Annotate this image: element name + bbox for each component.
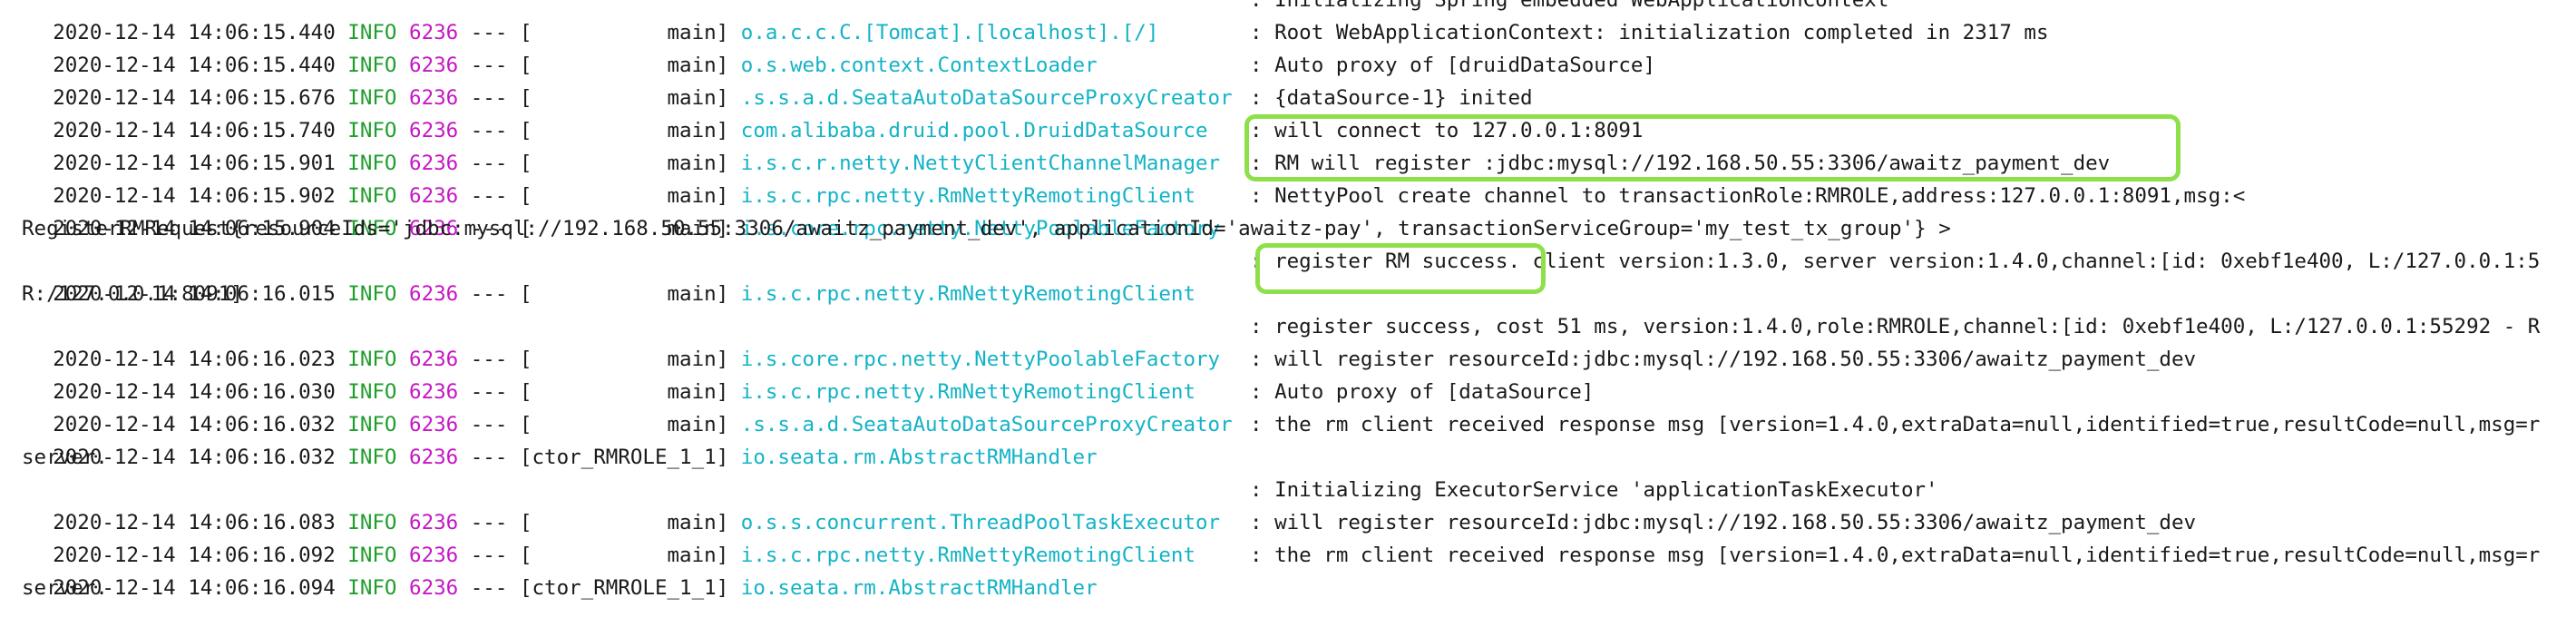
log-thread: [ctor_RMROLE_1_1] [519, 446, 729, 469]
log-message: : the rm client received response msg [v… [1250, 413, 2541, 436]
log-line: 2020-12-14 14:06:15.902 INFO 6236 --- [ … [4, 147, 1195, 208]
log-line: 2020-12-14 14:06:15.740 INFO 6236 --- [ … [4, 82, 1207, 142]
log-level: INFO [347, 446, 397, 469]
log-message: : will register resourceId:jdbc:mysql://… [1250, 511, 2197, 534]
log-message: : will register resourceId:jdbc:mysql://… [1250, 348, 2197, 371]
log-logger: i.s.c.rpc.netty.RmNettyRemotingClient [740, 282, 1196, 306]
log-line: 2020-12-14 14:06:15.440 INFO 6236 --- [ … [4, 16, 1097, 77]
highlight-box-connect-register [1244, 114, 2181, 181]
log-line: 2020-12-14 14:06:16.030 INFO 6236 --- [ … [4, 343, 1195, 404]
log-message: : register success, cost 51 ms, version:… [1250, 315, 2541, 338]
log-message: : Auto proxy of [druidDataSource] [1250, 54, 1656, 77]
highlight-box-register-success [1255, 243, 1546, 294]
log-line: 2020-12-14 14:06:15.901 INFO 6236 --- [ … [4, 114, 1220, 175]
console-output: 2020-12-14 14:06:15.440 INFO 6236 --- [ … [0, 0, 2576, 610]
log-separator: --- [470, 576, 508, 600]
log-line: 2020-12-14 14:06:15.440 INFO 6236 --- [ … [4, 0, 1158, 44]
log-message: : Initializing Spring embedded WebApplic… [1250, 0, 1889, 12]
log-message: : Root WebApplicationContext: initializa… [1250, 21, 2049, 44]
log-continuation: R:/127.0.0.1:8091] [22, 282, 243, 306]
log-line: 2020-12-14 14:06:16.094 INFO 6236 --- [c… [4, 539, 1097, 600]
log-line: 2020-12-14 14:06:16.032 INFO 6236 --- [c… [4, 408, 1097, 469]
log-line: 2020-12-14 14:06:15.904 INFO 6236 --- [ … [4, 180, 1220, 240]
log-continuation: server. [22, 576, 108, 600]
log-logger: io.seata.rm.AbstractRMHandler [740, 576, 1098, 600]
log-level: INFO [347, 282, 397, 306]
log-pid: 6236 [409, 282, 459, 306]
log-message: : Auto proxy of [dataSource] [1250, 380, 1595, 404]
log-message: : the rm client received response msg [v… [1250, 544, 2541, 567]
log-logger: io.seata.rm.AbstractRMHandler [740, 446, 1098, 469]
log-separator: --- [470, 446, 508, 469]
log-line: 2020-12-14 14:06:15.676 INFO 6236 --- [ … [4, 49, 1232, 110]
log-message: : Initializing ExecutorService 'applicat… [1250, 478, 1938, 502]
log-message: : NettyPool create channel to transactio… [1250, 184, 2246, 208]
log-line: 2020-12-14 14:06:16.015 INFO 6236 --- [ … [4, 245, 1195, 306]
log-level: INFO [347, 576, 397, 600]
log-pid: 6236 [409, 446, 459, 469]
log-continuation: RegisterRMRequest{resourceIds='jdbc:mysq… [22, 217, 1951, 240]
log-continuation: server. [22, 446, 108, 469]
log-pid: 6236 [409, 576, 459, 600]
log-thread: [ctor_RMROLE_1_1] [519, 576, 729, 600]
log-line: 2020-12-14 14:06:16.032 INFO 6236 --- [ … [4, 376, 1232, 436]
log-line: 2020-12-14 14:06:16.023 INFO 6236 --- [ … [4, 310, 1220, 371]
log-line: 2020-12-14 14:06:16.092 INFO 6236 --- [ … [4, 506, 1195, 567]
log-message: : {dataSource-1} inited [1250, 86, 1533, 110]
log-separator: --- [470, 282, 508, 306]
log-thread: [ main] [519, 282, 729, 306]
log-line: 2020-12-14 14:06:16.083 INFO 6236 --- [ … [4, 474, 1220, 534]
